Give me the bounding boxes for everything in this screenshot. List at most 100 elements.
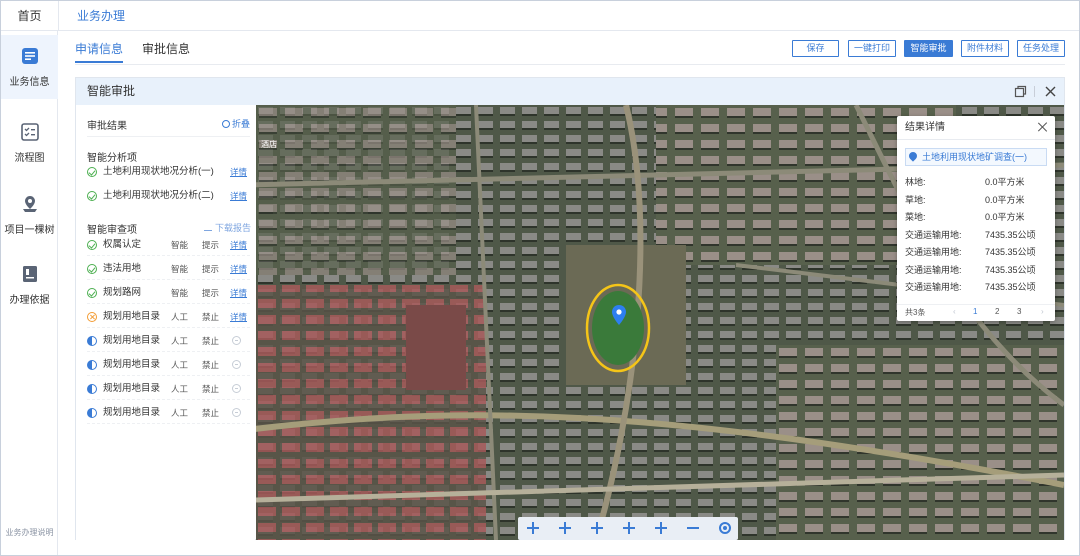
sidebar-item-business-info[interactable]: 业务信息 [1, 35, 58, 99]
collapse-link[interactable]: 折叠 [222, 117, 250, 130]
zoom-out-icon[interactable] [686, 521, 700, 535]
project-tree-icon [23, 196, 37, 212]
detail-link[interactable]: 详情 [230, 187, 247, 205]
download-report-link[interactable]: 下载报告 [204, 221, 251, 234]
add-tool-icon[interactable] [622, 521, 636, 535]
satellite-map[interactable]: 酒店 结果详情 土地利用现状地矿调查(一) 林地: 0.0平方米 草地: 0.0平方米… [256, 105, 1064, 540]
popup-row: 交通运输用地: 7435.35公顷 [905, 262, 1047, 279]
page-1[interactable]: 1 [973, 307, 977, 316]
popup-row: 菜地: 0.0平方米 [905, 209, 1047, 226]
status-check-icon [87, 167, 97, 177]
sidebar-item-label: 业务信息 [9, 77, 50, 88]
sidebar-item-project-tree[interactable]: 项目一棵树 [1, 183, 58, 247]
home-tab[interactable]: 首页 [1, 1, 59, 31]
review-item-mode: 人工 [171, 336, 189, 346]
review-item-level: 提示 [202, 240, 220, 250]
save-button[interactable]: 保存 [792, 40, 839, 57]
popup-row-key: 交通运输用地: [905, 247, 962, 257]
detail-link[interactable]: 详情 [230, 163, 247, 181]
page-2[interactable]: 2 [995, 307, 999, 316]
detail-link[interactable]: 详情 [230, 284, 247, 302]
review-item: 规划用地目录 人工 禁止 [87, 404, 250, 424]
disabled-minus-icon [232, 336, 241, 345]
popup-subtitle-text: 土地利用现状地矿调查(一) [922, 152, 1027, 162]
tab-application-info[interactable]: 申请信息 [75, 40, 124, 63]
review-item-level: 禁止 [202, 312, 220, 322]
status-pending-icon [87, 360, 97, 370]
sidebar-item-label: 项目一棵树 [4, 225, 55, 236]
pagination-total: 共3条 [905, 308, 926, 317]
sidebar-item-label: 流程图 [14, 153, 45, 164]
add-tool-icon[interactable] [526, 521, 540, 535]
popup-row-value: 0.0平方米 [985, 212, 1025, 222]
location-pin-icon[interactable] [612, 305, 626, 325]
locate-icon[interactable] [719, 522, 731, 534]
panel-header: 智能审批 [76, 78, 1064, 105]
popup-row-key: 草地: [905, 194, 926, 205]
top-bar: 首页 业务办理 [1, 1, 1079, 31]
review-item: 规划用地目录 人工 禁止 [87, 380, 250, 400]
analysis-item: 土地利用现状地况分析(二) 详情 [87, 187, 250, 207]
flowchart-icon [21, 123, 39, 141]
map-toolbar [518, 517, 738, 540]
review-item-level: 禁止 [202, 384, 220, 394]
popup-close-icon[interactable] [1037, 121, 1049, 133]
sidebar: 业务信息 流程图 项目一棵树 办理依据 业务办理说明 [1, 31, 58, 555]
sidebar-footer-link[interactable]: 业务办理说明 [1, 527, 58, 538]
review-item: 违法用地 智能 提示 详情 [87, 260, 250, 280]
section-divider [87, 136, 250, 137]
smart-approval-button[interactable]: 智能审批 [904, 40, 953, 57]
add-tool-icon[interactable] [558, 521, 572, 535]
detail-link[interactable]: 详情 [230, 236, 247, 254]
popup-row-key: 交通运输用地: [905, 282, 962, 292]
popup-row-value: 7435.35公顷 [985, 282, 1036, 292]
task-process-button[interactable]: 任务处理 [1017, 40, 1065, 57]
status-error-icon [87, 312, 97, 322]
sidebar-item-label: 办理依据 [9, 295, 50, 306]
breadcrumb[interactable]: 业务办理 [77, 1, 125, 31]
review-item-mode: 人工 [171, 384, 189, 394]
review-item-label: 违法用地 [103, 263, 142, 274]
review-item-label: 规划路网 [103, 287, 142, 298]
add-tool-icon[interactable] [590, 521, 604, 535]
popup-row-key: 菜地: [905, 212, 926, 222]
restore-window-icon[interactable] [1014, 85, 1027, 98]
popup-row-key: 交通运输用地: [905, 264, 962, 275]
close-icon[interactable] [1044, 85, 1057, 98]
approval-results-pane: 审批结果 折叠 智能分析项 土地利用现状地况分析(一) 详情 土地利用现状地况分析(… [76, 105, 255, 540]
smart-approval-panel: 智能审批 审批结果 折叠 智能分析项 土地利用现状地况分析(一) 详情 土地利用现状… [75, 77, 1065, 540]
result-detail-popup: 结果详情 土地利用现状地矿调查(一) 林地: 0.0平方米 草地: 0.0平方米 菜地:… [897, 116, 1055, 321]
popup-row-value: 0.0平方米 [985, 194, 1025, 205]
detail-link[interactable]: 详情 [230, 260, 247, 278]
sidebar-item-flowchart[interactable]: 流程图 [1, 111, 58, 175]
zoom-in-icon[interactable] [654, 521, 668, 535]
review-title: 智能审查项 [87, 225, 137, 236]
disabled-minus-icon [232, 408, 241, 417]
review-item-mode: 智能 [171, 264, 189, 274]
status-check-icon [87, 288, 97, 298]
popup-row: 交通运输用地: 7435.35公顷 [905, 227, 1047, 244]
popup-row: 林地: 0.0平方米 [905, 174, 1047, 191]
review-item-level: 禁止 [202, 408, 220, 418]
status-pending-icon [87, 336, 97, 346]
map-poi-label: 酒店 [261, 140, 277, 149]
info-icon [222, 120, 230, 128]
popup-row: 交通运输用地: 7435.35公顷 [905, 279, 1047, 296]
analysis-item-label: 土地利用现状地况分析(二) [103, 190, 214, 201]
review-item: 规划用地目录 人工 禁止 [87, 356, 250, 376]
status-check-icon [87, 264, 97, 274]
sidebar-item-basis[interactable]: 办理依据 [1, 253, 58, 317]
tab-approval-info[interactable]: 审批信息 [142, 40, 190, 58]
attachments-button[interactable]: 附件材料 [961, 40, 1009, 57]
business-info-icon [22, 48, 38, 64]
review-item-mode: 人工 [171, 312, 189, 322]
header-divider [1034, 86, 1035, 97]
review-item-label: 规划用地目录 [103, 407, 161, 418]
page-3[interactable]: 3 [1017, 307, 1021, 316]
print-button[interactable]: 一键打印 [848, 40, 896, 57]
location-icon [907, 150, 919, 162]
detail-link[interactable]: 详情 [230, 308, 247, 326]
analysis-item-label: 土地利用现状地况分析(一) [103, 166, 214, 177]
next-page-icon[interactable]: › [1041, 307, 1044, 316]
prev-page-icon[interactable]: ‹ [953, 307, 956, 316]
